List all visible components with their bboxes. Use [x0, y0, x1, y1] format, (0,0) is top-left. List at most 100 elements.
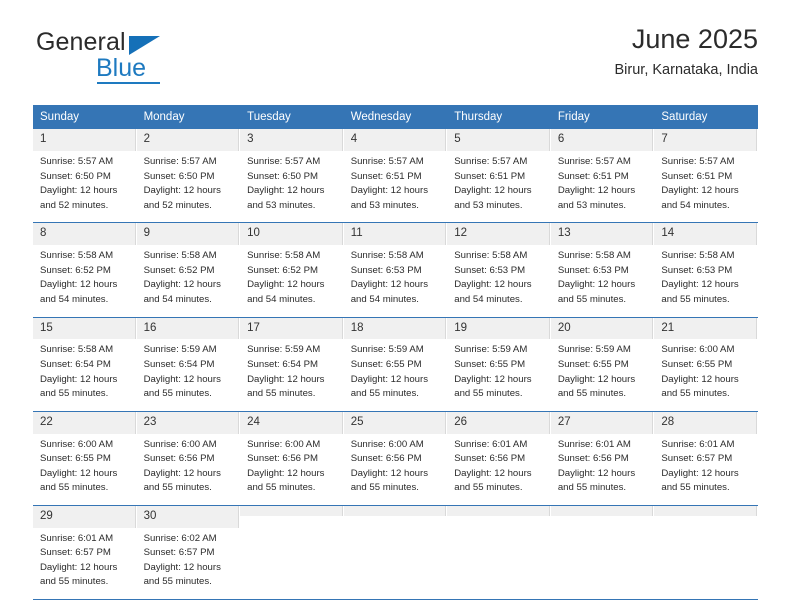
- day-details: Sunrise: 5:58 AM Sunset: 6:52 PM Daylight:…: [33, 245, 136, 316]
- sunset-text: Sunset: 6:52 PM: [247, 264, 319, 276]
- sunrise-text: Sunrise: 5:59 AM: [454, 344, 528, 356]
- daylight-text: Daylight: 12 hours and 55 minutes.: [557, 279, 636, 306]
- weekday-header-wednesday: Wednesday: [343, 105, 448, 130]
- daylight-text: Daylight: 12 hours and 55 minutes.: [661, 373, 739, 400]
- daylight-text: Daylight: 12 hours and 55 minutes.: [40, 373, 118, 400]
- sunrise-text: Sunrise: 5:58 AM: [557, 250, 631, 262]
- calendar-day-cell[interactable]: 4 Sunrise: 5:57 AM Sunset: 6:51 PM Daylight…: [343, 129, 448, 223]
- calendar-day-cell[interactable]: 15 Sunrise: 5:58 AM Sunset: 6:54 PM Dayligh…: [33, 317, 137, 411]
- day-number: [447, 505, 550, 516]
- calendar-day-cell[interactable]: 28 Sunrise: 6:01 AM Sunset: 6:57 PM Dayligh…: [654, 411, 758, 505]
- calendar-day-cell-empty: [343, 505, 448, 590]
- daylight-text: Daylight: 12 hours and 53 minutes.: [247, 185, 325, 211]
- calendar-day-cell[interactable]: 9 Sunrise: 5:58 AM Sunset: 6:52 PM Daylight…: [136, 223, 241, 317]
- calendar-day-cell[interactable]: 12 Sunrise: 5:58 AM Sunset: 6:53 PM Dayligh…: [447, 223, 551, 317]
- calendar-day-cell[interactable]: 18 Sunrise: 5:59 AM Sunset: 6:55 PM Dayligh…: [343, 317, 448, 411]
- day-details: Sunrise: 6:00 AM Sunset: 6:56 PM Daylight:…: [240, 434, 343, 505]
- day-details: Sunrise: 6:01 AM Sunset: 6:56 PM Daylight:…: [551, 434, 654, 505]
- weekday-header-monday: Monday: [136, 105, 241, 130]
- sunset-text: Sunset: 6:56 PM: [247, 453, 319, 465]
- day-number: 4: [343, 129, 447, 152]
- daylight-text: Daylight: 12 hours and 55 minutes.: [143, 467, 221, 494]
- calendar-day-cell[interactable]: 16 Sunrise: 5:59 AM Sunset: 6:54 PM Dayligh…: [136, 317, 241, 411]
- sunrise-text: Sunrise: 5:59 AM: [350, 344, 424, 356]
- sunrise-text: Sunrise: 5:57 AM: [350, 156, 424, 168]
- calendar-body: 1 Sunrise: 5:57 AM Sunset: 6:50 PM Daylight…: [33, 129, 758, 600]
- weekday-header-sunday: Sunday: [33, 105, 137, 130]
- daylight-text: Daylight: 12 hours and 54 minutes.: [40, 279, 118, 306]
- day-details: Sunrise: 5:57 AM Sunset: 6:51 PM Daylight:…: [551, 151, 654, 222]
- calendar-day-cell[interactable]: 17 Sunrise: 5:59 AM Sunset: 6:54 PM Dayligh…: [240, 317, 344, 411]
- calendar-day-cell[interactable]: 22 Sunrise: 6:00 AM Sunset: 6:55 PM Dayligh…: [33, 411, 137, 505]
- day-number: 7: [654, 129, 757, 152]
- sunset-text: Sunset: 6:50 PM: [143, 170, 215, 182]
- day-number: 5: [447, 129, 550, 152]
- sunrise-text: Sunrise: 6:00 AM: [247, 438, 321, 450]
- daylight-text: Daylight: 12 hours and 55 minutes.: [454, 373, 532, 400]
- daylight-text: Daylight: 12 hours and 55 minutes.: [661, 467, 739, 494]
- calendar-week-row: 1 Sunrise: 5:57 AM Sunset: 6:50 PM Daylight…: [33, 129, 758, 223]
- calendar-page: General Blue June 2025 Birur, Karnataka,…: [0, 0, 792, 612]
- sunrise-text: Sunrise: 5:58 AM: [247, 250, 321, 262]
- calendar-day-cell[interactable]: 14 Sunrise: 5:58 AM Sunset: 6:53 PM Dayligh…: [654, 223, 758, 317]
- calendar-day-cell[interactable]: 20 Sunrise: 5:59 AM Sunset: 6:55 PM Dayligh…: [550, 317, 655, 411]
- sunset-text: Sunset: 6:57 PM: [661, 453, 733, 465]
- weekday-header-tuesday: Tuesday: [240, 105, 344, 130]
- calendar-day-cell[interactable]: 23 Sunrise: 6:00 AM Sunset: 6:56 PM Dayligh…: [136, 411, 241, 505]
- day-number: 22: [33, 411, 136, 434]
- calendar-week-row: 8 Sunrise: 5:58 AM Sunset: 6:52 PM Daylight…: [33, 223, 758, 318]
- calendar-day-cell[interactable]: 5 Sunrise: 5:57 AM Sunset: 6:51 PM Daylight…: [447, 129, 551, 223]
- sunrise-text: Sunrise: 6:02 AM: [143, 532, 217, 544]
- calendar-day-cell[interactable]: 13 Sunrise: 5:58 AM Sunset: 6:53 PM Dayligh…: [550, 223, 655, 317]
- day-details: Sunrise: 6:01 AM Sunset: 6:57 PM Daylight:…: [33, 528, 136, 599]
- calendar-day-cell[interactable]: 2 Sunrise: 5:57 AM Sunset: 6:50 PM Daylight…: [136, 129, 241, 223]
- sunrise-text: Sunrise: 6:01 AM: [661, 438, 735, 450]
- sunset-text: Sunset: 6:55 PM: [454, 358, 526, 370]
- daylight-text: Daylight: 12 hours and 53 minutes.: [350, 185, 429, 211]
- day-details: [654, 516, 757, 529]
- sunrise-text: Sunrise: 5:57 AM: [40, 156, 114, 168]
- day-number: 6: [550, 129, 654, 152]
- sunrise-text: Sunrise: 5:58 AM: [661, 250, 735, 262]
- calendar-day-cell[interactable]: 6 Sunrise: 5:57 AM Sunset: 6:51 PM Daylight…: [550, 129, 655, 223]
- calendar-day-cell[interactable]: 7 Sunrise: 5:57 AM Sunset: 6:51 PM Daylight…: [654, 129, 758, 223]
- calendar-day-cell[interactable]: 8 Sunrise: 5:58 AM Sunset: 6:52 PM Daylight…: [33, 223, 137, 317]
- day-number: 28: [654, 411, 757, 434]
- sunrise-text: Sunrise: 6:01 AM: [557, 438, 631, 450]
- calendar-day-cell[interactable]: 24 Sunrise: 6:00 AM Sunset: 6:56 PM Dayligh…: [240, 411, 344, 505]
- day-details: [240, 516, 343, 529]
- weekday-header-friday: Friday: [550, 105, 655, 130]
- daylight-text: Daylight: 12 hours and 55 minutes.: [247, 467, 325, 494]
- day-number: 9: [136, 223, 240, 246]
- calendar-day-cell[interactable]: 3 Sunrise: 5:57 AM Sunset: 6:50 PM Daylight…: [240, 129, 344, 223]
- brand-name-bottom: Blue: [96, 54, 147, 82]
- calendar-day-cell[interactable]: 1 Sunrise: 5:57 AM Sunset: 6:50 PM Daylight…: [33, 129, 137, 223]
- brand-logo[interactable]: General Blue: [33, 30, 263, 90]
- calendar-day-cell[interactable]: 10 Sunrise: 5:58 AM Sunset: 6:52 PM Dayligh…: [240, 223, 344, 317]
- day-details: Sunrise: 5:58 AM Sunset: 6:53 PM Daylight:…: [551, 245, 654, 316]
- calendar-day-cell-empty: [447, 505, 551, 590]
- daylight-text: Daylight: 12 hours and 55 minutes.: [350, 467, 429, 494]
- calendar-day-cell[interactable]: 25 Sunrise: 6:00 AM Sunset: 6:56 PM Dayligh…: [343, 411, 448, 505]
- calendar-day-cell[interactable]: 29 Sunrise: 6:01 AM Sunset: 6:57 PM Dayligh…: [33, 505, 137, 599]
- day-number: 25: [343, 411, 447, 434]
- day-number: 17: [240, 317, 343, 340]
- day-details: Sunrise: 5:58 AM Sunset: 6:52 PM Daylight:…: [137, 245, 240, 316]
- sunrise-text: Sunrise: 5:57 AM: [454, 156, 528, 168]
- calendar-day-cell[interactable]: 30 Sunrise: 6:02 AM Sunset: 6:57 PM Dayligh…: [136, 505, 241, 599]
- daylight-text: Daylight: 12 hours and 52 minutes.: [143, 185, 221, 211]
- day-number: 23: [136, 411, 240, 434]
- day-number: 3: [240, 129, 343, 152]
- calendar-day-cell[interactable]: 11 Sunrise: 5:58 AM Sunset: 6:53 PM Dayligh…: [343, 223, 448, 317]
- calendar-day-cell[interactable]: 21 Sunrise: 6:00 AM Sunset: 6:55 PM Dayligh…: [654, 317, 758, 411]
- calendar-day-cell[interactable]: 26 Sunrise: 6:01 AM Sunset: 6:56 PM Dayligh…: [447, 411, 551, 505]
- sunrise-text: Sunrise: 5:58 AM: [454, 250, 528, 262]
- sunrise-text: Sunrise: 5:59 AM: [143, 344, 217, 356]
- sunrise-text: Sunrise: 5:58 AM: [40, 250, 114, 262]
- day-details: Sunrise: 5:57 AM Sunset: 6:50 PM Daylight:…: [137, 151, 240, 222]
- sunrise-text: Sunrise: 5:57 AM: [557, 156, 631, 168]
- sunset-text: Sunset: 6:56 PM: [454, 453, 526, 465]
- calendar-day-cell[interactable]: 27 Sunrise: 6:01 AM Sunset: 6:56 PM Dayligh…: [550, 411, 655, 505]
- daylight-text: Daylight: 12 hours and 55 minutes.: [143, 373, 221, 400]
- calendar-day-cell[interactable]: 19 Sunrise: 5:59 AM Sunset: 6:55 PM Dayligh…: [447, 317, 551, 411]
